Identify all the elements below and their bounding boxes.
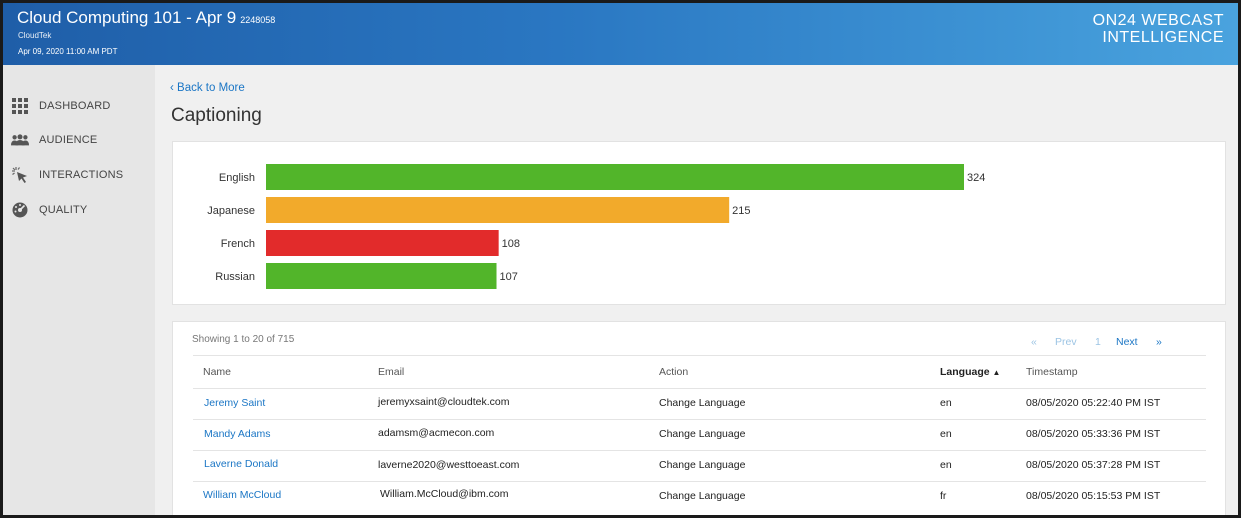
row-email: laverne2020@westtoeast.com — [378, 459, 520, 471]
brand-line-1: ON24 WEBCAST — [1092, 12, 1224, 29]
bar-russian[interactable] — [266, 263, 497, 289]
row-timestamp: 08/05/2020 05:33:36 PM IST — [1026, 428, 1161, 440]
event-datetime: Apr 09, 2020 11:00 AM PDT — [18, 47, 118, 56]
value-label: 108 — [502, 238, 520, 250]
bar-japanese[interactable] — [266, 197, 730, 223]
category-label: English — [219, 172, 255, 184]
gauge-icon — [11, 202, 29, 218]
divider — [193, 481, 1206, 482]
pager-last-button[interactable]: » — [1156, 336, 1162, 348]
captioning-table-card: Showing 1 to 20 of 715 « Prev 1 Next » N… — [172, 321, 1226, 515]
row-name-link[interactable]: Laverne Donald — [204, 458, 278, 470]
grid-icon — [11, 98, 29, 114]
event-title-text: Cloud Computing 101 - Apr 9 — [17, 8, 237, 27]
column-header-language[interactable]: Language ▲ — [940, 366, 1000, 378]
sidebar-item-label: QUALITY — [39, 204, 88, 216]
people-icon — [11, 132, 29, 148]
divider — [193, 355, 1206, 356]
divider — [193, 450, 1206, 451]
brand-line-2: INTELLIGENCE — [1102, 29, 1224, 46]
bar-english[interactable] — [266, 164, 964, 190]
sidebar-item-label: DASHBOARD — [39, 100, 111, 112]
row-action: Change Language — [659, 397, 746, 409]
cursor-click-icon — [11, 167, 29, 183]
row-language: en — [940, 459, 952, 471]
organization-name: CloudTek — [18, 31, 52, 40]
row-action: Change Language — [659, 490, 746, 502]
pager-next-button[interactable]: Next — [1116, 336, 1138, 348]
main-content: ‹ Back to More Captioning English 324 Japa… — [155, 65, 1238, 515]
page-title: Captioning — [171, 105, 262, 126]
captioning-bar-chart: English 324 Japanese 215 French 108 Russian 107 — [207, 164, 985, 289]
back-link-label: Back to More — [177, 82, 245, 94]
row-name-link[interactable]: William McCloud — [203, 489, 281, 501]
category-label: Russian — [215, 271, 255, 283]
sidebar-item-audience[interactable]: AUDIENCE — [3, 127, 155, 153]
sidebar-item-interactions[interactable]: INTERACTIONS — [3, 162, 155, 188]
value-label: 107 — [500, 271, 518, 283]
sidebar-item-dashboard[interactable]: DASHBOARD — [3, 93, 155, 119]
row-name-link[interactable]: Jeremy Saint — [204, 397, 265, 409]
pager-prev-button[interactable]: Prev — [1055, 336, 1077, 348]
row-action: Change Language — [659, 459, 746, 471]
row-timestamp: 08/05/2020 05:22:40 PM IST — [1026, 397, 1161, 409]
row-timestamp: 08/05/2020 05:15:53 PM IST — [1026, 490, 1161, 502]
brand-logo: ON24 WEBCAST INTELLIGENCE — [1093, 12, 1224, 46]
app-window: Cloud Computing 101 - Apr 9 2248058 Cloud… — [3, 3, 1238, 515]
captioning-chart-card: English 324 Japanese 215 French 108 Russian 107 — [172, 141, 1226, 305]
back-to-more-link[interactable]: ‹ Back to More — [170, 82, 245, 94]
column-header-timestamp[interactable]: Timestamp — [1026, 366, 1078, 378]
row-action: Change Language — [659, 428, 746, 440]
row-language: en — [940, 428, 952, 440]
event-title: Cloud Computing 101 - Apr 9 2248058 — [17, 8, 275, 28]
column-header-language-label: Language — [940, 366, 990, 378]
sidebar: DASHBOARD AUDIENCE INTERACTIONS QUALITY — [3, 65, 155, 515]
value-label: 215 — [732, 205, 750, 217]
header-bar: Cloud Computing 101 - Apr 9 2248058 Cloud… — [3, 3, 1238, 65]
sort-ascending-icon: ▲ — [992, 368, 1001, 377]
showing-count: Showing 1 to 20 of 715 — [192, 334, 295, 345]
column-header-email[interactable]: Email — [378, 366, 404, 378]
value-label: 324 — [967, 172, 985, 184]
sidebar-item-quality[interactable]: QUALITY — [3, 197, 155, 223]
category-label: French — [221, 238, 255, 250]
row-email: adamsm@acmecon.com — [378, 427, 495, 439]
row-email: William.McCloud@ibm.com — [380, 488, 509, 500]
sidebar-item-label: INTERACTIONS — [39, 169, 124, 181]
row-email: jeremyxsaint@cloudtek.com — [378, 396, 510, 408]
row-language: en — [940, 397, 952, 409]
row-name-link[interactable]: Mandy Adams — [204, 428, 271, 440]
column-header-name[interactable]: Name — [203, 366, 231, 378]
column-header-action[interactable]: Action — [659, 366, 688, 378]
row-timestamp: 08/05/2020 05:37:28 PM IST — [1026, 459, 1161, 471]
row-language: fr — [940, 490, 947, 502]
event-id: 2248058 — [240, 15, 276, 25]
divider — [193, 388, 1206, 389]
divider — [193, 419, 1206, 420]
category-label: Japanese — [207, 205, 255, 217]
bar-french[interactable] — [266, 230, 499, 256]
pager-first-button[interactable]: « — [1031, 336, 1037, 348]
sidebar-item-label: AUDIENCE — [39, 134, 98, 146]
chevron-left-icon: ‹ — [170, 82, 178, 94]
pager-current-page[interactable]: 1 — [1095, 336, 1101, 348]
